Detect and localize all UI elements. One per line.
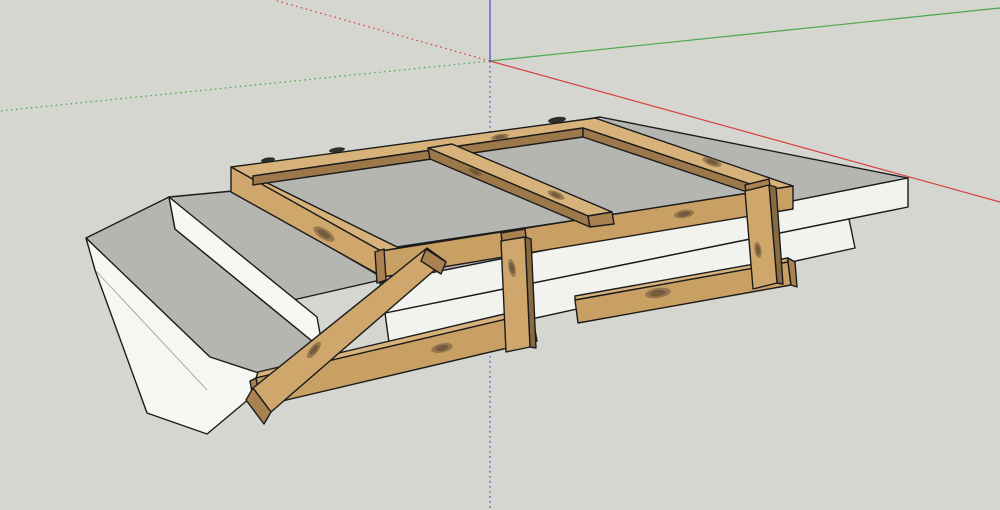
modeling-viewport[interactable] xyxy=(0,0,1000,510)
axis-green-dotted xyxy=(0,61,490,111)
middle-cleat-front xyxy=(501,237,530,352)
model-crate-of-sheets xyxy=(86,117,908,434)
axis-red-dotted xyxy=(274,0,490,61)
axis-green-solid xyxy=(490,8,1000,61)
viewport-canvas[interactable] xyxy=(0,0,1000,510)
frame-left-rail-endgrain xyxy=(375,249,386,283)
